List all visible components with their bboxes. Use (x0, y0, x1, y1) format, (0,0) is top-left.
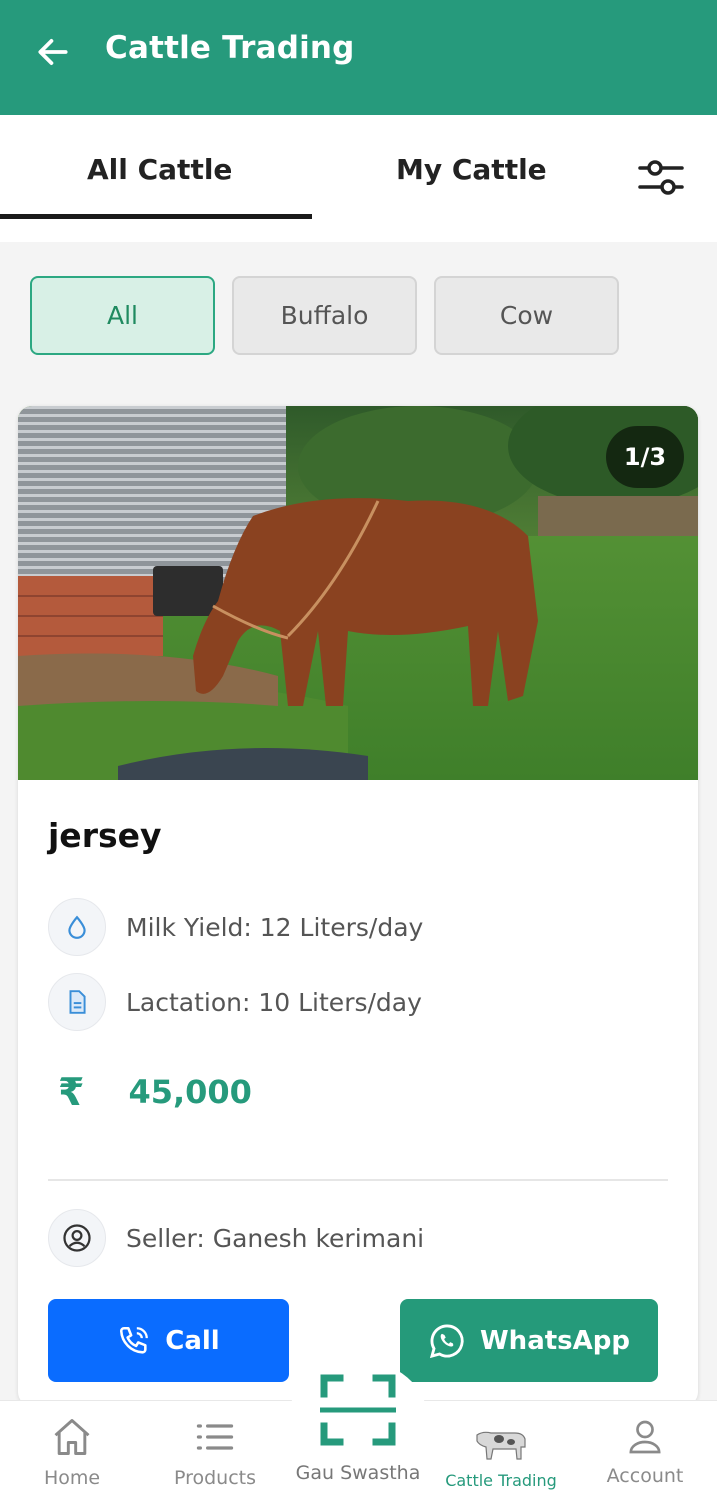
page-title: Cattle Trading (105, 30, 355, 66)
lactation-text: Lactation: 10 Liters/day (126, 987, 422, 1017)
scan-frame-icon (320, 1374, 396, 1446)
whatsapp-button-label: WhatsApp (480, 1325, 630, 1356)
document-icon (48, 973, 106, 1031)
nav-scan-label: Gau Swastha (295, 1462, 421, 1484)
nav-account[interactable]: Account (598, 1401, 692, 1507)
home-icon (54, 1419, 90, 1455)
cattle-photo-illustration (18, 406, 698, 780)
cattle-photo[interactable]: 1/3 (18, 406, 698, 780)
nav-home[interactable]: Home (30, 1401, 114, 1507)
image-counter-badge: 1/3 (606, 426, 684, 488)
milk-yield-text: Milk Yield: 12 Liters/day (126, 912, 424, 942)
whatsapp-button[interactable]: WhatsApp (400, 1299, 658, 1382)
seller-row: Seller: Ganesh kerimani (48, 1208, 424, 1268)
app-bar: Cattle Trading (0, 0, 717, 115)
filter-sliders-icon[interactable] (638, 155, 684, 201)
nav-cattle-label: Cattle Trading (445, 1471, 557, 1490)
person-icon (629, 1420, 661, 1454)
nav-gau-swastha-scan[interactable]: Gau Swastha (284, 1374, 432, 1484)
nav-home-label: Home (43, 1467, 101, 1489)
tab-all-cattle[interactable]: All Cattle (87, 153, 232, 186)
chip-all[interactable]: All (30, 276, 215, 355)
phone-icon (120, 1326, 149, 1354)
cow-icon (476, 1431, 526, 1460)
nav-cattle-trading[interactable]: Cattle Trading (438, 1401, 564, 1507)
whatsapp-icon (429, 1324, 464, 1358)
seller-text: Seller: Ganesh kerimani (126, 1223, 425, 1253)
arrow-left-icon[interactable] (34, 33, 72, 71)
lactation-row: Lactation: 10 Liters/day (48, 972, 422, 1032)
list-icon (196, 1424, 234, 1450)
nav-account-label: Account (606, 1465, 684, 1487)
user-circle-icon (48, 1209, 106, 1267)
active-tab-indicator (0, 214, 312, 219)
nav-products-label: Products (173, 1467, 257, 1489)
water-drop-icon (48, 898, 106, 956)
call-button-label: Call (165, 1325, 220, 1356)
milk-yield-row: Milk Yield: 12 Liters/day (48, 897, 423, 957)
tab-my-cattle[interactable]: My Cattle (396, 153, 547, 186)
rupee-icon: ₹ (58, 1070, 85, 1114)
category-chips: All Buffalo Cow (0, 242, 717, 392)
tab-bar: All Cattle My Cattle (0, 115, 717, 242)
price-row: ₹ 45,000 (58, 1070, 252, 1114)
cattle-listing-card[interactable]: 1/3 jersey Milk Yield: 12 Liters/day Lac… (18, 406, 698, 1406)
chip-buffalo[interactable]: Buffalo (232, 276, 417, 355)
call-button[interactable]: Call (48, 1299, 289, 1382)
breed-name: jersey (48, 816, 162, 855)
nav-products[interactable]: Products (163, 1401, 267, 1507)
divider (48, 1179, 668, 1181)
price-value: 45,000 (128, 1073, 252, 1111)
chip-cow[interactable]: Cow (434, 276, 619, 355)
